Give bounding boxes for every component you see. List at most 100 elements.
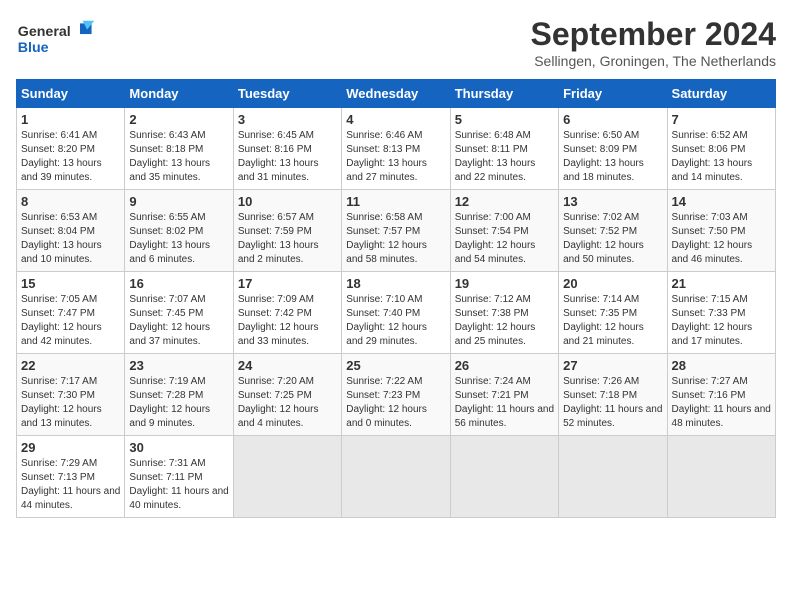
table-row: 25 Sunrise: 7:22 AMSunset: 7:23 PMDaylig… [342,354,450,436]
calendar-week-row: 22 Sunrise: 7:17 AMSunset: 7:30 PMDaylig… [17,354,776,436]
col-saturday: Saturday [667,80,775,108]
day-info: Sunrise: 6:58 AMSunset: 7:57 PMDaylight:… [346,211,445,267]
day-number: 15 [21,276,120,291]
day-info: Sunrise: 7:09 AMSunset: 7:42 PMDaylight:… [238,293,337,349]
svg-text:General: General [18,24,71,40]
col-thursday: Thursday [450,80,558,108]
day-info: Sunrise: 7:24 AMSunset: 7:21 PMDaylight:… [455,375,554,431]
title-block: September 2024 Sellingen, Groningen, The… [531,16,776,69]
page-header: General Blue September 2024 Sellingen, G… [16,16,776,69]
day-info: Sunrise: 7:12 AMSunset: 7:38 PMDaylight:… [455,293,554,349]
day-info: Sunrise: 7:00 AMSunset: 7:54 PMDaylight:… [455,211,554,267]
day-number: 19 [455,276,554,291]
day-info: Sunrise: 7:03 AMSunset: 7:50 PMDaylight:… [672,211,771,267]
day-number: 28 [672,358,771,373]
page-subtitle: Sellingen, Groningen, The Netherlands [531,53,776,69]
day-number: 18 [346,276,445,291]
table-row: 10 Sunrise: 6:57 AMSunset: 7:59 PMDaylig… [233,190,341,272]
day-number: 13 [563,194,662,209]
table-row: 5 Sunrise: 6:48 AMSunset: 8:11 PMDayligh… [450,108,558,190]
day-number: 17 [238,276,337,291]
col-monday: Monday [125,80,233,108]
table-row: 14 Sunrise: 7:03 AMSunset: 7:50 PMDaylig… [667,190,775,272]
day-number: 21 [672,276,771,291]
day-number: 10 [238,194,337,209]
table-row: 29 Sunrise: 7:29 AMSunset: 7:13 PMDaylig… [17,436,125,518]
day-info: Sunrise: 7:05 AMSunset: 7:47 PMDaylight:… [21,293,120,349]
day-info: Sunrise: 7:15 AMSunset: 7:33 PMDaylight:… [672,293,771,349]
day-number: 16 [129,276,228,291]
day-number: 7 [672,112,771,127]
table-row: 21 Sunrise: 7:15 AMSunset: 7:33 PMDaylig… [667,272,775,354]
table-row: 26 Sunrise: 7:24 AMSunset: 7:21 PMDaylig… [450,354,558,436]
day-info: Sunrise: 6:52 AMSunset: 8:06 PMDaylight:… [672,129,771,185]
day-number: 20 [563,276,662,291]
table-row: 8 Sunrise: 6:53 AMSunset: 8:04 PMDayligh… [17,190,125,272]
calendar-header-row: Sunday Monday Tuesday Wednesday Thursday… [17,80,776,108]
table-row: 2 Sunrise: 6:43 AMSunset: 8:18 PMDayligh… [125,108,233,190]
table-row: 9 Sunrise: 6:55 AMSunset: 8:02 PMDayligh… [125,190,233,272]
table-row [342,436,450,518]
table-row: 16 Sunrise: 7:07 AMSunset: 7:45 PMDaylig… [125,272,233,354]
table-row: 30 Sunrise: 7:31 AMSunset: 7:11 PMDaylig… [125,436,233,518]
day-number: 11 [346,194,445,209]
table-row: 4 Sunrise: 6:46 AMSunset: 8:13 PMDayligh… [342,108,450,190]
table-row: 12 Sunrise: 7:00 AMSunset: 7:54 PMDaylig… [450,190,558,272]
day-info: Sunrise: 7:10 AMSunset: 7:40 PMDaylight:… [346,293,445,349]
day-number: 2 [129,112,228,127]
table-row: 23 Sunrise: 7:19 AMSunset: 7:28 PMDaylig… [125,354,233,436]
day-number: 22 [21,358,120,373]
day-info: Sunrise: 7:14 AMSunset: 7:35 PMDaylight:… [563,293,662,349]
day-info: Sunrise: 7:29 AMSunset: 7:13 PMDaylight:… [21,457,120,513]
page-title: September 2024 [531,16,776,53]
table-row: 11 Sunrise: 6:58 AMSunset: 7:57 PMDaylig… [342,190,450,272]
day-info: Sunrise: 7:26 AMSunset: 7:18 PMDaylight:… [563,375,662,431]
table-row [667,436,775,518]
day-number: 30 [129,440,228,455]
day-info: Sunrise: 6:41 AMSunset: 8:20 PMDaylight:… [21,129,120,185]
day-number: 8 [21,194,120,209]
day-info: Sunrise: 7:17 AMSunset: 7:30 PMDaylight:… [21,375,120,431]
day-info: Sunrise: 6:48 AMSunset: 8:11 PMDaylight:… [455,129,554,185]
day-number: 27 [563,358,662,373]
day-info: Sunrise: 6:57 AMSunset: 7:59 PMDaylight:… [238,211,337,267]
table-row: 28 Sunrise: 7:27 AMSunset: 7:16 PMDaylig… [667,354,775,436]
calendar-week-row: 1 Sunrise: 6:41 AMSunset: 8:20 PMDayligh… [17,108,776,190]
day-number: 6 [563,112,662,127]
logo-svg: General Blue [16,16,96,61]
day-number: 24 [238,358,337,373]
day-info: Sunrise: 7:19 AMSunset: 7:28 PMDaylight:… [129,375,228,431]
day-info: Sunrise: 6:46 AMSunset: 8:13 PMDaylight:… [346,129,445,185]
table-row: 15 Sunrise: 7:05 AMSunset: 7:47 PMDaylig… [17,272,125,354]
day-number: 4 [346,112,445,127]
calendar-week-row: 15 Sunrise: 7:05 AMSunset: 7:47 PMDaylig… [17,272,776,354]
table-row [450,436,558,518]
day-number: 1 [21,112,120,127]
day-info: Sunrise: 7:22 AMSunset: 7:23 PMDaylight:… [346,375,445,431]
day-number: 23 [129,358,228,373]
day-number: 12 [455,194,554,209]
table-row: 18 Sunrise: 7:10 AMSunset: 7:40 PMDaylig… [342,272,450,354]
col-friday: Friday [559,80,667,108]
day-info: Sunrise: 6:55 AMSunset: 8:02 PMDaylight:… [129,211,228,267]
day-number: 14 [672,194,771,209]
day-info: Sunrise: 7:02 AMSunset: 7:52 PMDaylight:… [563,211,662,267]
table-row [559,436,667,518]
table-row: 7 Sunrise: 6:52 AMSunset: 8:06 PMDayligh… [667,108,775,190]
day-number: 25 [346,358,445,373]
day-info: Sunrise: 6:45 AMSunset: 8:16 PMDaylight:… [238,129,337,185]
table-row [233,436,341,518]
col-wednesday: Wednesday [342,80,450,108]
table-row: 22 Sunrise: 7:17 AMSunset: 7:30 PMDaylig… [17,354,125,436]
day-info: Sunrise: 6:53 AMSunset: 8:04 PMDaylight:… [21,211,120,267]
day-info: Sunrise: 6:50 AMSunset: 8:09 PMDaylight:… [563,129,662,185]
day-info: Sunrise: 6:43 AMSunset: 8:18 PMDaylight:… [129,129,228,185]
day-info: Sunrise: 7:20 AMSunset: 7:25 PMDaylight:… [238,375,337,431]
table-row: 6 Sunrise: 6:50 AMSunset: 8:09 PMDayligh… [559,108,667,190]
table-row: 24 Sunrise: 7:20 AMSunset: 7:25 PMDaylig… [233,354,341,436]
col-tuesday: Tuesday [233,80,341,108]
day-number: 29 [21,440,120,455]
calendar-table: Sunday Monday Tuesday Wednesday Thursday… [16,79,776,518]
table-row: 19 Sunrise: 7:12 AMSunset: 7:38 PMDaylig… [450,272,558,354]
day-number: 26 [455,358,554,373]
